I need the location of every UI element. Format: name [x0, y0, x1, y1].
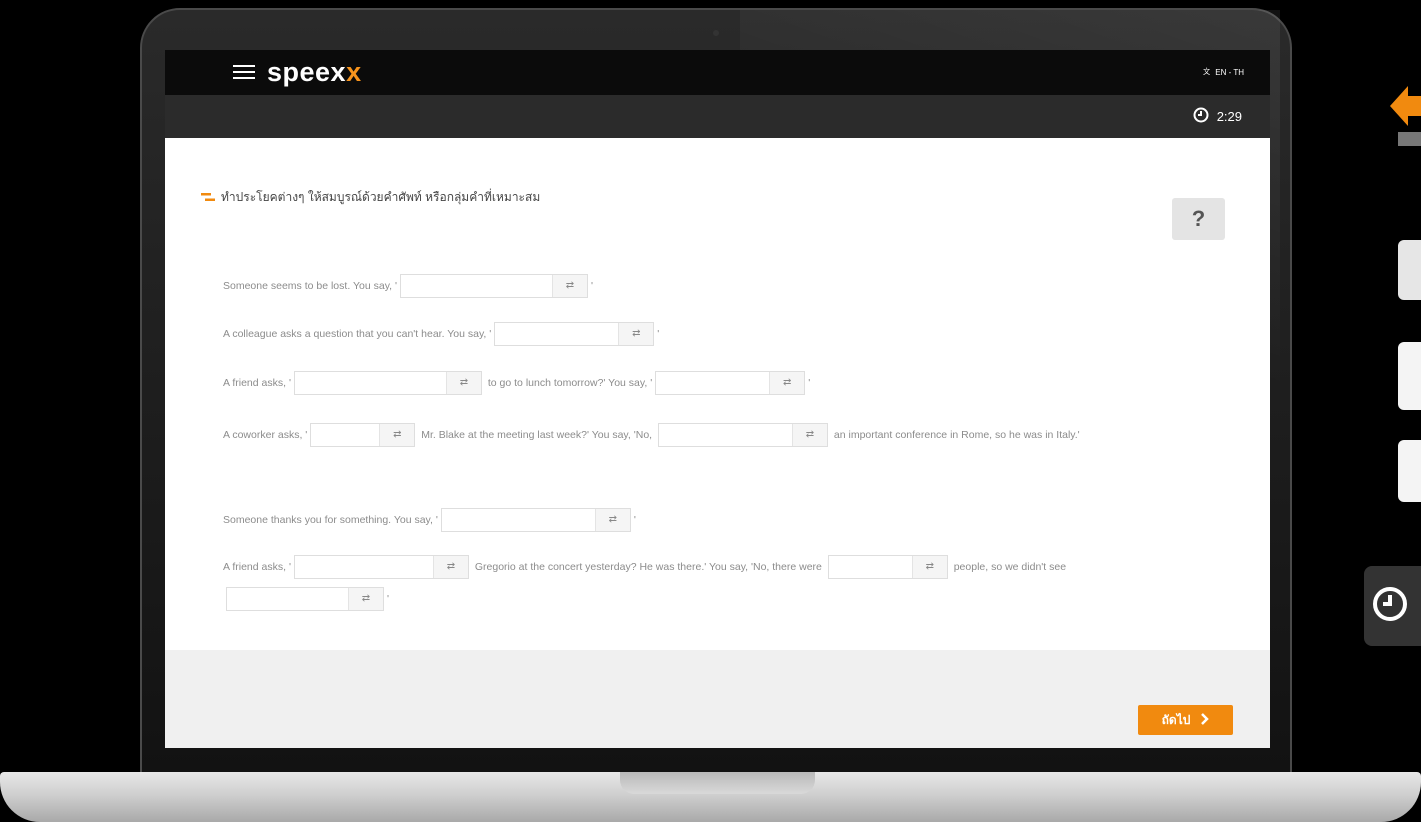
sentence-1: Someone seems to be lost. You say, ' ⇄ ': [223, 270, 1223, 302]
chevron-right-icon: [1200, 712, 1210, 728]
sentence-6: A friend asks, ' ⇄ Gregorio at the concer…: [223, 551, 1223, 615]
answer-input[interactable]: ⇄: [440, 508, 631, 533]
swap-icon: ⇄: [618, 323, 654, 346]
camera: [713, 30, 719, 36]
sentence-5: Someone thanks you for something. You sa…: [223, 504, 1223, 536]
swap-icon: ⇄: [594, 509, 630, 532]
footer-bar: ถัดไป: [165, 650, 1270, 748]
side-panel-1[interactable]: [1398, 240, 1421, 300]
sub-bar: 2:29: [165, 95, 1270, 138]
timer: 2:29: [1193, 107, 1242, 126]
swap-icon: ⇄: [769, 372, 805, 395]
app-screen: speexx 文 EN - TH 2:29 ทำประโยคต่างๆ ให้ส…: [165, 50, 1270, 748]
swap-icon: ⇄: [432, 556, 468, 579]
answer-input[interactable]: ⇄: [658, 423, 828, 448]
swap-icon: ⇄: [911, 556, 947, 579]
back-arrow-icon[interactable]: [1390, 84, 1421, 150]
swap-icon: ⇄: [348, 588, 383, 611]
menu-icon[interactable]: [233, 61, 255, 81]
answer-input[interactable]: ⇄: [310, 423, 416, 448]
swap-icon: ⇄: [445, 372, 481, 395]
next-button[interactable]: ถัดไป: [1138, 705, 1233, 735]
exercise-area: ทำประโยคต่างๆ ให้สมบูรณ์ด้วยคำศัพท์ หรือ…: [165, 138, 1270, 650]
swap-icon: ⇄: [552, 275, 587, 298]
side-panel-3[interactable]: [1398, 440, 1421, 502]
translate-icon: 文: [1203, 67, 1212, 78]
answer-input[interactable]: ⇄: [226, 587, 384, 612]
top-bar: speexx 文 EN - TH: [165, 50, 1270, 95]
answer-input[interactable]: ⇄: [400, 274, 588, 299]
swap-icon: ⇄: [792, 424, 827, 447]
laptop-notch: [620, 772, 815, 794]
swap-icon: ⇄: [379, 424, 415, 447]
answer-input[interactable]: ⇄: [293, 555, 469, 580]
clock-icon: [1193, 107, 1209, 126]
help-button[interactable]: ?: [1172, 198, 1225, 240]
timer-value: 2:29: [1216, 109, 1242, 124]
svg-text:文: 文: [1203, 67, 1210, 76]
side-panel-2[interactable]: [1398, 342, 1421, 410]
side-clock-panel: [1364, 566, 1421, 646]
answer-input[interactable]: ⇄: [293, 371, 482, 396]
swap-icon: [201, 191, 215, 205]
language-label: EN - TH: [1215, 68, 1244, 77]
next-label: ถัดไป: [1161, 712, 1191, 727]
help-icon: ?: [1191, 206, 1206, 231]
language-switcher[interactable]: 文 EN - TH: [1203, 67, 1244, 78]
answer-input[interactable]: ⇄: [827, 555, 948, 580]
logo: speexx: [267, 57, 362, 87]
instruction: ทำประโยคต่างๆ ให้สมบูรณ์ด้วยคำศัพท์ หรือ…: [201, 188, 540, 207]
sentence-4: A coworker asks, ' ⇄ Mr. Blake at the mee…: [223, 419, 1223, 451]
answer-input[interactable]: ⇄: [655, 371, 806, 396]
instruction-text: ทำประโยคต่างๆ ให้สมบูรณ์ด้วยคำศัพท์ หรือ…: [221, 190, 541, 204]
sentence-3: A friend asks, ' ⇄ to go to lunch tomorro…: [223, 367, 1223, 399]
answer-input[interactable]: ⇄: [494, 322, 655, 347]
sentence-2: A colleague asks a question that you can…: [223, 318, 1223, 350]
